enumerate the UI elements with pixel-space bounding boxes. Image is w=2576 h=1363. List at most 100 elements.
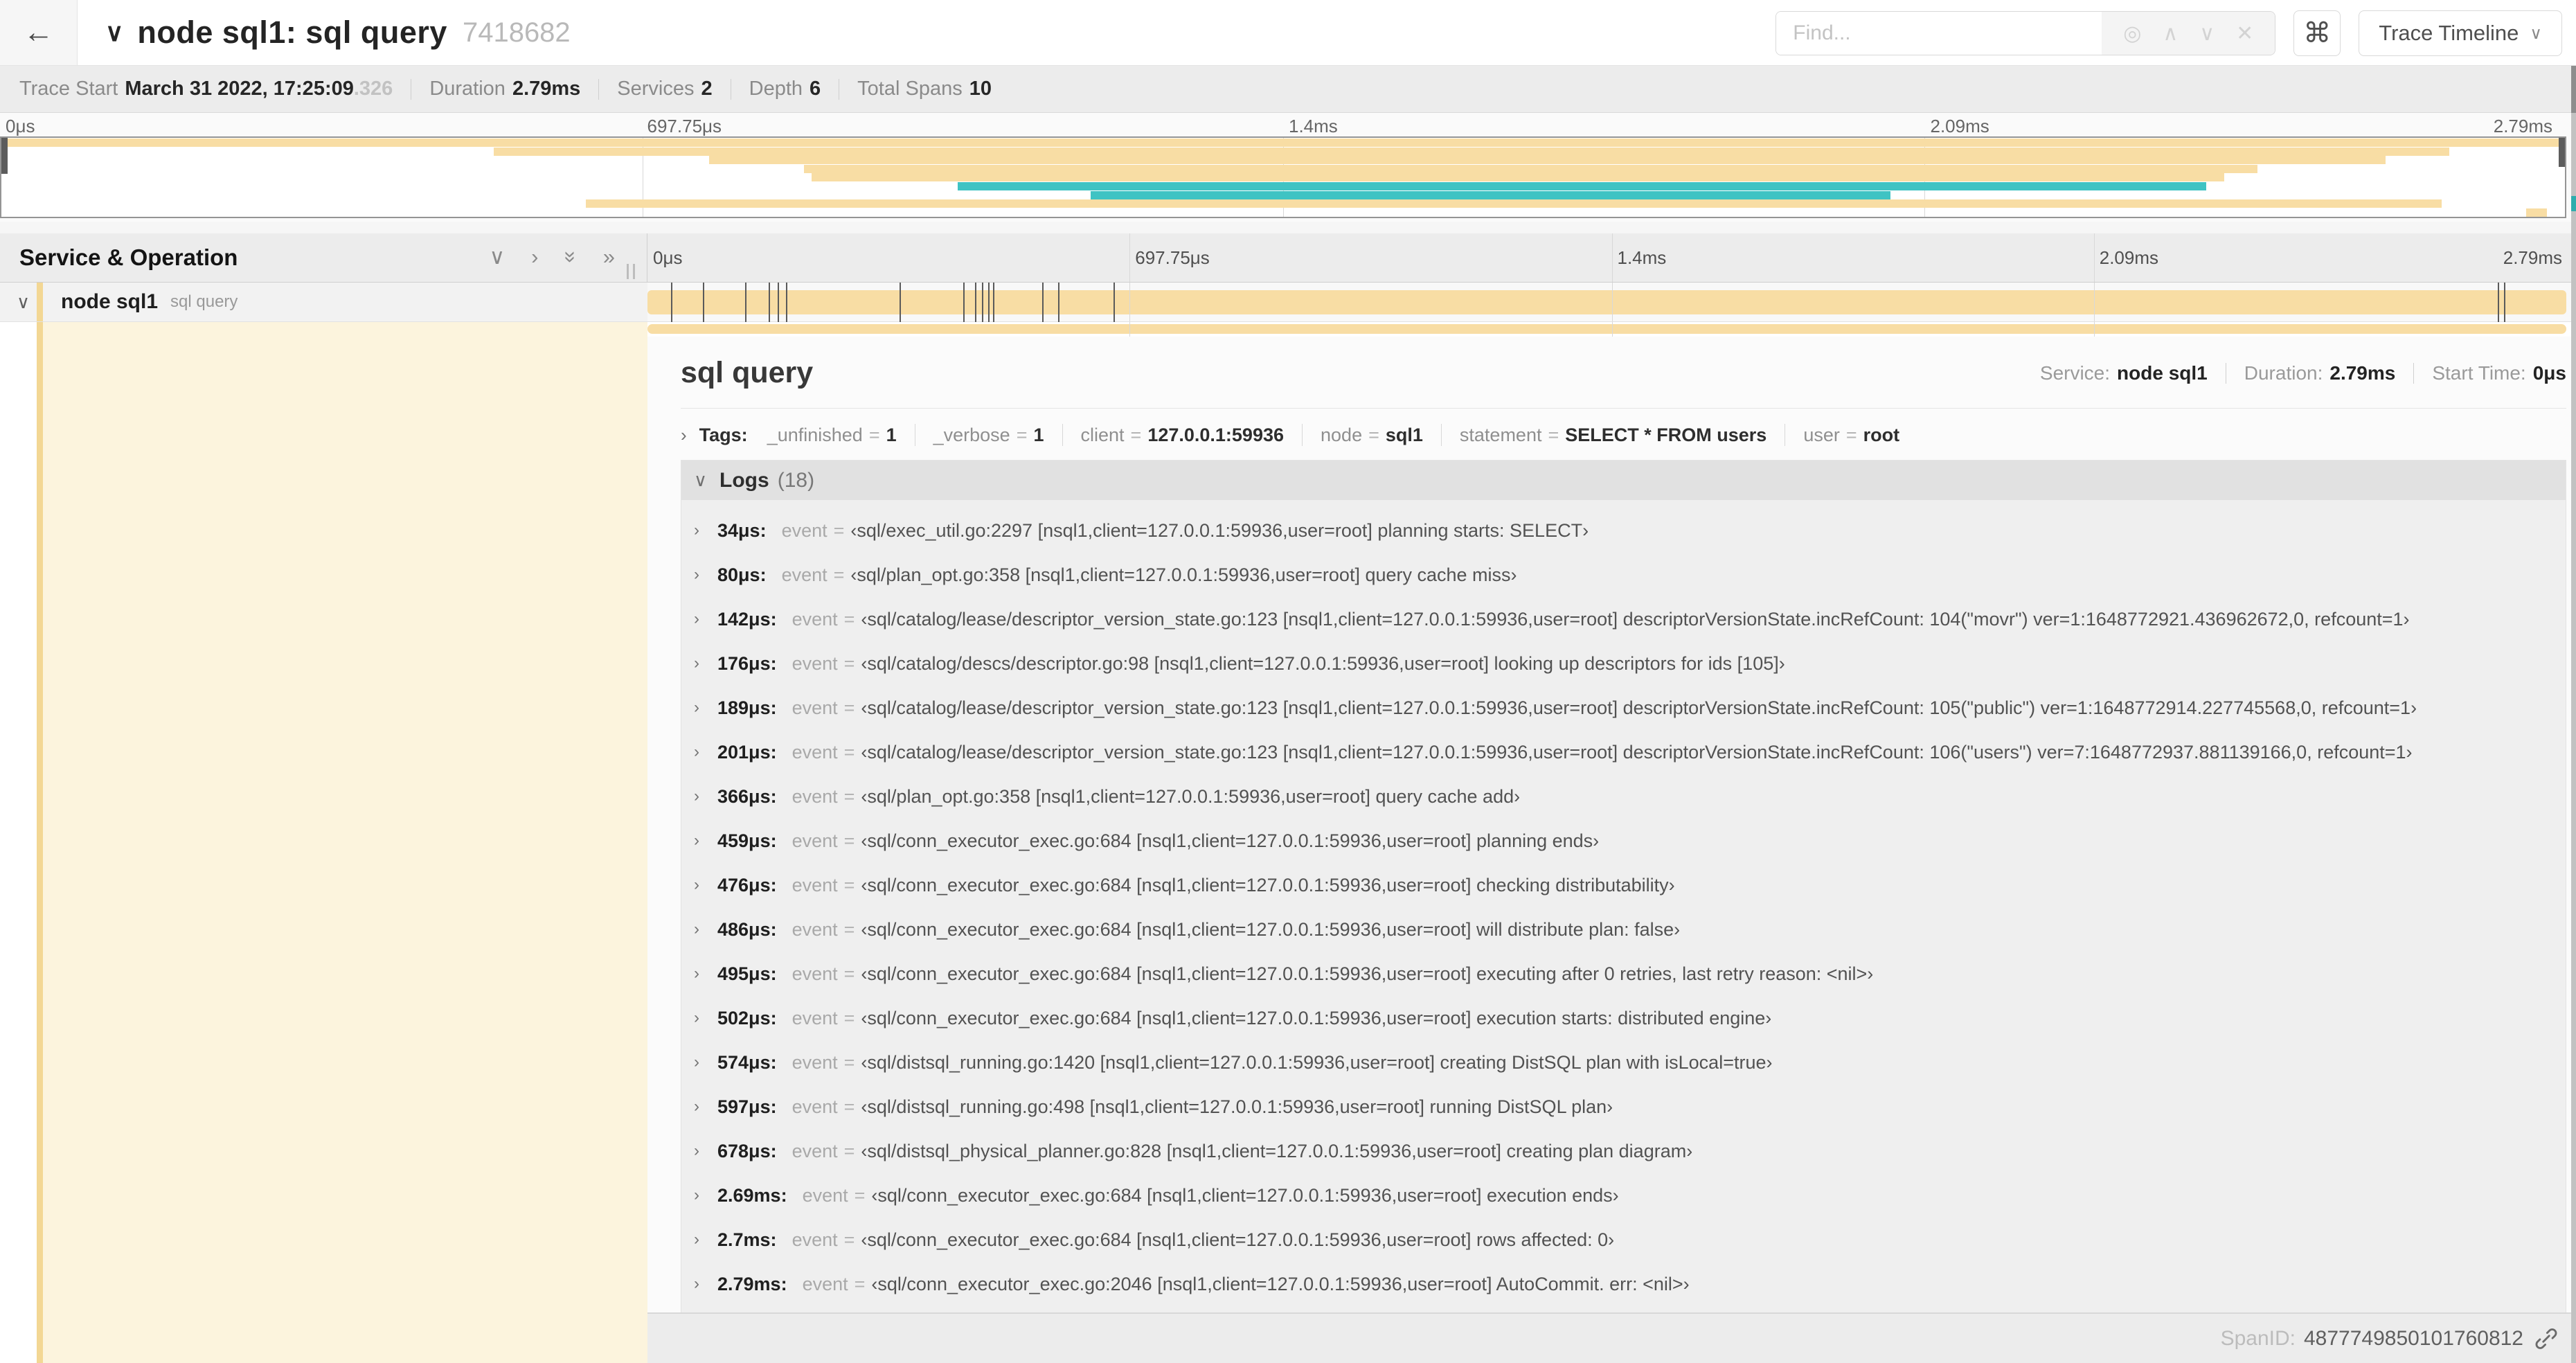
log-expand-icon[interactable]: › [694, 1141, 717, 1161]
log-expand-icon[interactable]: › [694, 920, 717, 939]
log-entry[interactable]: › 176μs: event = ‹sql/catalog/descs/descript… [681, 641, 2566, 686]
column-resizer-handle[interactable] [627, 264, 635, 279]
expand-one-icon[interactable]: › [531, 244, 538, 269]
log-timestamp: 176μs: [717, 652, 777, 674]
log-entry[interactable]: › 189μs: event = ‹sql/catalog/lease/descript… [681, 686, 2566, 730]
log-expand-icon[interactable]: › [694, 521, 717, 540]
log-entry[interactable]: › 476μs: event = ‹sql/conn_executor_exec.go:… [681, 863, 2566, 907]
span-row-name-cell[interactable]: ∨ node sql1 sql query [0, 283, 647, 321]
timeline-tick-label: 2.79ms [2503, 247, 2562, 268]
log-equals: = [843, 1140, 855, 1161]
log-expand-icon[interactable]: › [694, 964, 717, 983]
log-marker [974, 283, 976, 322]
collapse-one-icon[interactable]: ∨ [489, 244, 505, 269]
log-expand-icon[interactable]: › [694, 875, 717, 895]
minimap-canvas[interactable] [0, 136, 2566, 218]
locate-icon[interactable]: ◎ [2123, 21, 2141, 46]
log-equals: = [833, 564, 845, 585]
span-id-label: SpanID: [2220, 1326, 2296, 1350]
log-entry[interactable]: › 2.7ms: event = ‹sql/conn_executor_exec.go:… [681, 1218, 2566, 1262]
log-timestamp: 2.7ms: [717, 1229, 777, 1250]
log-timestamp: 189μs: [717, 697, 777, 718]
log-entry[interactable]: › 80μs: event = ‹sql/plan_opt.go:358 [nsql1,… [681, 553, 2566, 597]
span-row[interactable]: ∨ node sql1 sql query [0, 283, 2576, 322]
chevron-down-icon: ∨ [2530, 24, 2542, 43]
span-row-timeline-cell[interactable] [647, 283, 2576, 322]
tags-expand-icon[interactable]: › [681, 425, 687, 446]
log-marker [702, 283, 704, 322]
expand-all-icon[interactable]: » [603, 244, 615, 269]
minimap-right-drag-handle[interactable] [2559, 138, 2565, 167]
log-marker [987, 283, 990, 322]
find-input[interactable] [1776, 12, 2102, 55]
log-expand-icon[interactable]: › [694, 831, 717, 850]
log-entry[interactable]: › 678μs: event = ‹sql/distsql_physical_plann… [681, 1129, 2566, 1173]
log-expand-icon[interactable]: › [694, 787, 717, 806]
service-label: Service: [2039, 362, 2111, 384]
log-message: ‹sql/exec_util.go:2297 [nsql1,client=127… [850, 519, 1589, 541]
log-field-name: event [791, 874, 838, 896]
log-expand-icon[interactable]: › [694, 742, 717, 762]
log-expand-icon[interactable]: › [694, 698, 717, 718]
keyboard-shortcuts-button[interactable]: ⌘ [2293, 10, 2341, 56]
span-collapse-icon[interactable]: ∨ [17, 292, 30, 313]
minimap-left-drag-handle[interactable] [1, 138, 8, 174]
logs-header[interactable]: ∨ Logs (18) [681, 461, 2566, 500]
copy-link-icon[interactable] [2534, 1327, 2558, 1351]
collapse-all-icon[interactable]: » [558, 251, 583, 262]
tags-row[interactable]: › Tags: _unfinished = 1 _verbose = 1 client = 12… [681, 420, 2566, 450]
trace-view-dropdown[interactable]: Trace Timeline ∨ [2359, 10, 2562, 56]
log-entry[interactable]: › 201μs: event = ‹sql/catalog/lease/descript… [681, 730, 2566, 774]
log-field-name: event [781, 519, 828, 541]
log-expand-icon[interactable]: › [694, 1230, 717, 1249]
log-entry[interactable]: › 366μs: event = ‹sql/plan_opt.go:358 [nsql1… [681, 774, 2566, 819]
log-expand-icon[interactable]: › [694, 1008, 717, 1028]
log-field-name: event [802, 1273, 848, 1294]
log-expand-icon[interactable]: › [694, 1274, 717, 1294]
duration-label: Duration [429, 78, 506, 100]
log-entry[interactable]: › 597μs: event = ‹sql/distsql_running.go:498… [681, 1085, 2566, 1129]
span-tint-background [43, 322, 647, 1363]
tag-value: SELECT * FROM users [1565, 424, 1767, 445]
log-entry[interactable]: › 502μs: event = ‹sql/conn_executor_exec.go:… [681, 996, 2566, 1040]
tag-equals: = [1016, 424, 1028, 445]
minimap-tick-label: 0μs [6, 116, 35, 136]
log-message: ‹sql/catalog/lease/descriptor_version_st… [861, 697, 2417, 718]
log-entry[interactable]: › 486μs: event = ‹sql/conn_executor_exec.go:… [681, 907, 2566, 952]
log-message: ‹sql/conn_executor_exec.go:2046 [nsql1,c… [871, 1273, 1690, 1294]
log-expand-icon[interactable]: › [694, 609, 717, 629]
log-entry[interactable]: › 574μs: event = ‹sql/distsql_running.go:142… [681, 1040, 2566, 1085]
log-entry[interactable]: › 2.79ms: event = ‹sql/conn_executor_exec.go… [681, 1262, 2566, 1306]
next-match-icon[interactable]: ∨ [2199, 21, 2215, 46]
log-entry[interactable]: › 142μs: event = ‹sql/catalog/lease/descript… [681, 597, 2566, 641]
log-expand-icon[interactable]: › [694, 1097, 717, 1116]
minimap-span-bar [1091, 190, 1891, 199]
services-label: Services [617, 78, 695, 100]
back-button[interactable]: ← [0, 0, 78, 65]
timeline-gridline [1611, 322, 1613, 337]
detail-header[interactable]: sql query Service: node sql1 Duration: 2… [681, 346, 2566, 390]
logs-footer-note: Log timestamps are relative to the start… [681, 1306, 2566, 1312]
log-entry[interactable]: › 459μs: event = ‹sql/conn_executor_exec.go:… [681, 819, 2566, 863]
log-message: ‹sql/distsql_running.go:1420 [nsql1,clie… [861, 1051, 1773, 1073]
log-expand-icon[interactable]: › [694, 1053, 717, 1072]
log-entry[interactable]: › 495μs: event = ‹sql/conn_executor_exec.go:… [681, 952, 2566, 996]
start-time-label: Start Time: [2432, 362, 2526, 384]
detail-span-bar[interactable] [647, 324, 2566, 334]
log-entry[interactable]: › 2.69ms: event = ‹sql/conn_executor_exec.go… [681, 1173, 2566, 1218]
log-marker [981, 283, 983, 322]
log-expand-icon[interactable]: › [694, 565, 717, 585]
log-field-name: event [791, 785, 838, 807]
vertical-scrollbar[interactable] [2571, 66, 2576, 1363]
log-expand-icon[interactable]: › [694, 654, 717, 673]
span-duration-bar[interactable] [647, 283, 2566, 322]
prev-match-icon[interactable]: ∧ [2163, 21, 2178, 46]
trace-collapse-icon[interactable]: ∨ [105, 18, 123, 47]
total-spans-label: Total Spans [857, 78, 963, 100]
trace-view-label: Trace Timeline [2379, 21, 2519, 45]
detail-right-column: sql query Service: node sql1 Duration: 2… [647, 322, 2576, 1363]
log-entry[interactable]: › 34μs: event = ‹sql/exec_util.go:2297 [nsql… [681, 508, 2566, 553]
logs-collapse-icon[interactable]: ∨ [694, 470, 707, 491]
log-expand-icon[interactable]: › [694, 1186, 717, 1205]
clear-find-icon[interactable]: ✕ [2236, 21, 2253, 46]
